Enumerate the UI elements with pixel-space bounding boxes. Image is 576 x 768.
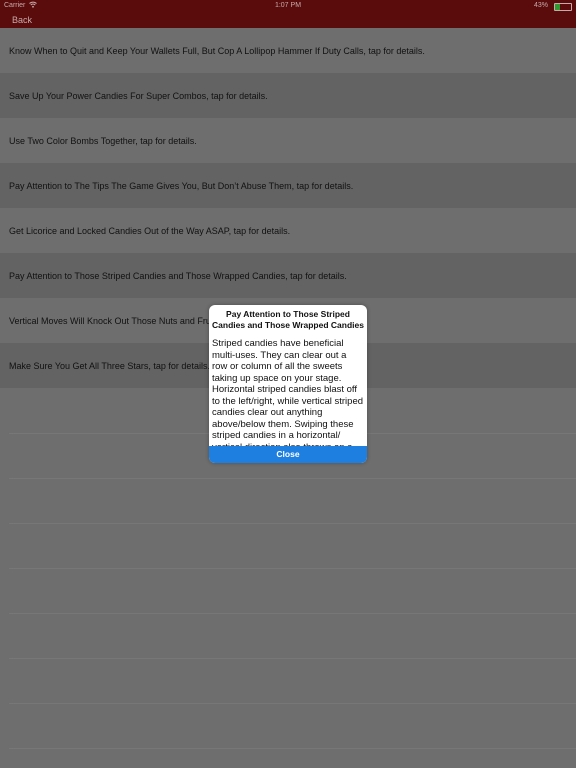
list-separator	[9, 658, 576, 659]
list-separator	[9, 523, 576, 524]
list-item[interactable]: Know When to Quit and Keep Your Wallets …	[0, 28, 576, 73]
battery-percent: 43%	[533, 2, 548, 9]
list-item[interactable]: Use Two Color Bombs Together, tap for de…	[0, 118, 576, 163]
list-item[interactable]: Save Up Your Power Candies For Super Com…	[0, 73, 576, 118]
modal-title: Pay Attention to Those Striped Candies a…	[212, 309, 364, 330]
list-item-label: Pay Attention to The Tips The Game Gives…	[9, 180, 354, 191]
list-separator	[9, 568, 576, 569]
list-separator	[9, 478, 576, 479]
list-separator	[9, 703, 576, 704]
modal-body[interactable]: Striped candies have beneficial multi-us…	[212, 338, 364, 446]
list-item-label: Use Two Color Bombs Together, tap for de…	[9, 135, 197, 146]
list-item[interactable]: Pay Attention to Those Striped Candies a…	[0, 253, 576, 298]
navigation-bar: Back	[0, 12, 576, 28]
tip-details-modal: Pay Attention to Those Striped Candies a…	[209, 305, 367, 463]
status-time: 1:07 PM	[274, 2, 302, 9]
close-button[interactable]: Close	[209, 446, 367, 463]
battery-icon	[554, 3, 572, 11]
list-item-label: Save Up Your Power Candies For Super Com…	[9, 90, 268, 101]
list-item-label: Make Sure You Get All Three Stars, tap f…	[9, 360, 210, 371]
back-button[interactable]: Back	[12, 15, 32, 25]
list-separator	[9, 613, 576, 614]
status-bar: Carrier 1:07 PM 43%	[0, 0, 576, 12]
list-item-label: Vertical Moves Will Knock Out Those Nuts…	[9, 315, 211, 326]
list-item-label: Get Licorice and Locked Candies Out of t…	[9, 225, 291, 236]
list-item-label: Know When to Quit and Keep Your Wallets …	[9, 45, 425, 56]
list-item[interactable]: Get Licorice and Locked Candies Out of t…	[0, 208, 576, 253]
list-item[interactable]: Pay Attention to The Tips The Game Gives…	[0, 163, 576, 208]
battery-level	[555, 4, 560, 10]
list-separator	[9, 748, 576, 749]
list-item-label: Pay Attention to Those Striped Candies a…	[9, 270, 347, 281]
